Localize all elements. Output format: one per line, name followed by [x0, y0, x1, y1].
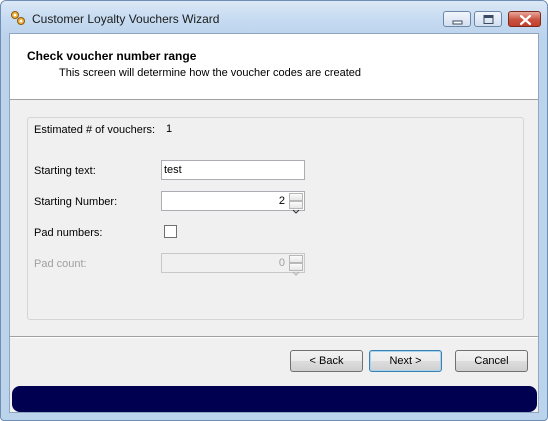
pad-numbers-label: Pad numbers: [34, 227, 103, 239]
starting-text-label: Starting text: [34, 165, 96, 177]
pad-numbers-checkbox[interactable] [164, 225, 177, 238]
wizard-window: Customer Loyalty Vouchers Wizard Check v… [0, 0, 548, 421]
estimated-vouchers-value: 1 [166, 123, 173, 135]
gear-icon [10, 10, 26, 26]
stepper-up-button[interactable] [289, 193, 303, 207]
settings-group [27, 117, 524, 320]
page-subtitle: This screen will determine how the vouch… [59, 67, 362, 79]
pad-stepper-up-button[interactable] [289, 255, 303, 269]
chevron-down-icon [292, 271, 300, 276]
wizard-header: Check voucher number range This screen w… [10, 34, 538, 100]
minimize-button[interactable] [443, 11, 471, 27]
close-icon [519, 14, 532, 26]
chevron-down-icon [292, 209, 300, 214]
title-bar[interactable]: Customer Loyalty Vouchers Wizard [1, 1, 547, 37]
starting-number-value: 2 [278, 195, 285, 207]
minimize-icon [452, 20, 463, 25]
starting-text-input[interactable]: test [161, 160, 305, 180]
close-button[interactable] [508, 11, 541, 27]
window-title: Customer Loyalty Vouchers Wizard [32, 12, 220, 26]
pad-count-value: 0 [278, 257, 285, 269]
starting-number-stepper[interactable]: 2 [161, 191, 305, 214]
maximize-button[interactable] [474, 11, 502, 27]
button-divider [10, 336, 538, 338]
maximize-icon [483, 15, 494, 24]
pad-count-label: Pad count: [34, 258, 87, 270]
back-button[interactable]: < Back [290, 350, 363, 372]
page-title: Check voucher number range [27, 49, 197, 63]
stepper-down-button[interactable] [289, 201, 303, 214]
starting-number-label: Starting Number: [34, 196, 118, 208]
cancel-button[interactable]: Cancel [455, 350, 528, 372]
next-button[interactable]: Next > [369, 350, 442, 372]
estimated-vouchers-label: Estimated # of vouchers: [34, 124, 156, 136]
wizard-client-area: Check voucher number range This screen w… [9, 33, 539, 413]
pad-count-stepper[interactable]: 0 [161, 253, 305, 276]
progress-bar [12, 386, 537, 412]
pad-stepper-down-button[interactable] [289, 263, 303, 276]
